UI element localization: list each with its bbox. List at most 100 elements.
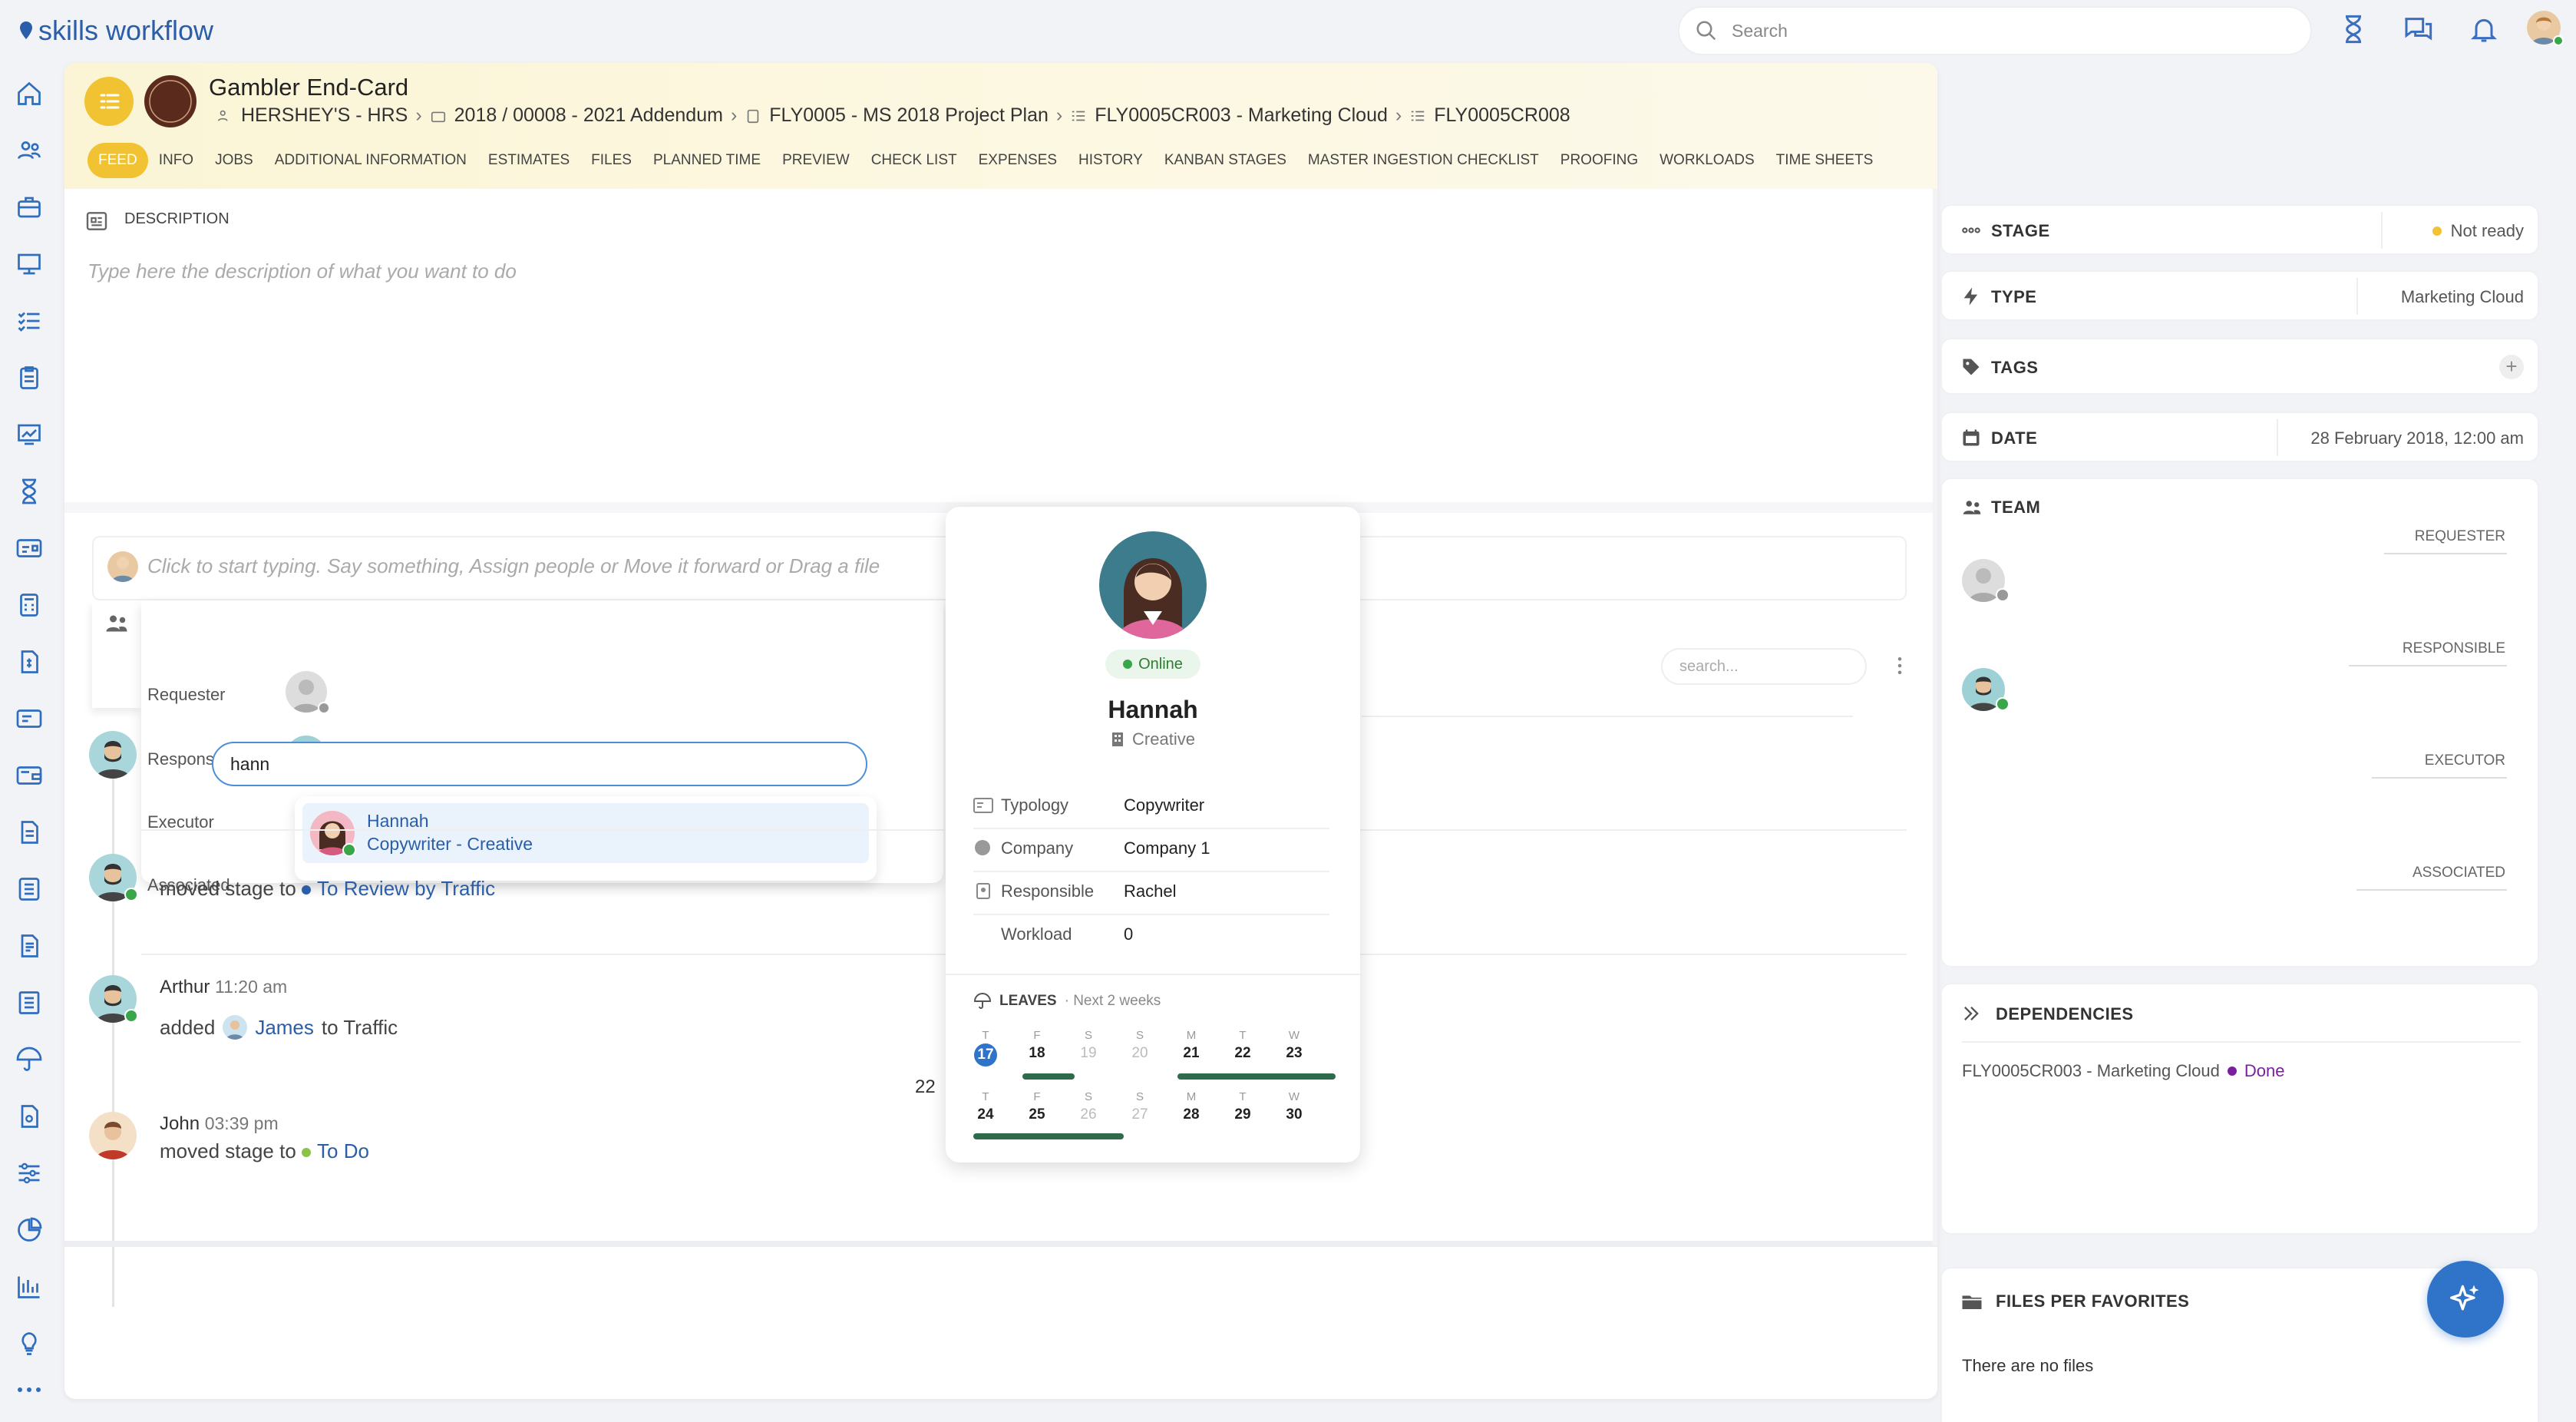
dependency-item[interactable]: FLY0005CR003 - Marketing Cloud Done: [1962, 1061, 2284, 1081]
tab-feed[interactable]: FEED: [88, 143, 148, 178]
feed-entry-2-name[interactable]: Arthur: [160, 977, 210, 997]
calendar-date: 18: [1029, 1045, 1045, 1061]
more-vertical-icon[interactable]: [1888, 654, 1911, 677]
tab-time-sheets[interactable]: TIME SHEETS: [1765, 143, 1884, 178]
nav-idcard-icon[interactable]: [15, 705, 43, 732]
type-value[interactable]: Marketing Cloud: [2401, 287, 2524, 307]
search-icon: [1696, 21, 1716, 41]
nav-card-icon[interactable]: [15, 534, 43, 562]
nav-wallet-icon[interactable]: [15, 762, 43, 789]
breadcrumb-project[interactable]: FLY0005 - MS 2018 Project Plan: [769, 104, 1049, 127]
tab-files[interactable]: FILES: [580, 143, 642, 178]
tasklist-icon: [1411, 111, 1425, 121]
breadcrumb-client[interactable]: HERSHEY'S - HRS: [241, 104, 408, 127]
stage-value[interactable]: Not ready: [2432, 221, 2524, 241]
nav-report-icon[interactable]: [15, 932, 43, 960]
composer-placeholder[interactable]: Click to start typing. Say something, As…: [147, 554, 880, 578]
nav-lightbulb-icon[interactable]: [15, 1330, 43, 1358]
nav-checklist-icon[interactable]: [15, 307, 43, 335]
nav-invoice-icon[interactable]: [15, 648, 43, 676]
feed-entry-3-stage-link[interactable]: To Do: [317, 1139, 369, 1162]
chat-icon[interactable]: [2403, 14, 2433, 45]
nav-people-icon[interactable]: [15, 137, 43, 164]
clipboard-icon: [748, 109, 759, 123]
nav-home-icon[interactable]: [15, 80, 43, 107]
nav-briefcase-icon[interactable]: [15, 193, 43, 221]
date-value[interactable]: 28 February 2018, 12:00 am: [2310, 428, 2524, 448]
tab-kanban-stages[interactable]: KANBAN STAGES: [1154, 143, 1297, 178]
nav-umbrella-icon[interactable]: [15, 1046, 43, 1073]
bell-icon[interactable]: [2469, 14, 2499, 45]
calendar-weekday: F: [1033, 1090, 1041, 1103]
task-menu-button[interactable]: [84, 77, 134, 126]
nav-pie-icon[interactable]: [15, 1216, 43, 1244]
stage-icon: [1960, 220, 1982, 241]
people-icon[interactable]: [103, 610, 130, 637]
leave-bar: [973, 1133, 1124, 1139]
app-logo[interactable]: skills workflow: [18, 14, 213, 48]
tab-history[interactable]: HISTORY: [1068, 143, 1154, 178]
nav-chart-icon[interactable]: [15, 421, 43, 448]
calendar-day: F 18: [1022, 1029, 1052, 1062]
feed-entry-3-name[interactable]: John: [160, 1113, 200, 1134]
tab-expenses[interactable]: EXPENSES: [968, 143, 1068, 178]
content-scrollbar[interactable]: [1933, 189, 1937, 1245]
nav-sliders-icon[interactable]: [15, 1159, 43, 1187]
calendar-day: S 20: [1125, 1029, 1155, 1062]
tab-check-list[interactable]: CHECK LIST: [860, 143, 968, 178]
nav-calculator-icon[interactable]: [15, 591, 43, 619]
description-icon: [84, 209, 109, 233]
description-editor[interactable]: Type here the description of what you wa…: [88, 260, 517, 283]
tab-planned-time[interactable]: PLANNED TIME: [642, 143, 771, 178]
calendar-weekday: F: [1033, 1029, 1041, 1042]
breadcrumb-deliverable[interactable]: FLY0005CR003 - Marketing Cloud: [1095, 104, 1388, 127]
nav-board-icon[interactable]: [15, 250, 43, 278]
calendar-date: 21: [1183, 1045, 1200, 1061]
feed-entry-1-stage-link[interactable]: To Review by Traffic: [317, 877, 495, 900]
nav-hourglass-icon[interactable]: [15, 478, 43, 505]
nav-ledger-icon[interactable]: [15, 989, 43, 1017]
nav-document-icon[interactable]: [15, 818, 43, 846]
add-tag-button[interactable]: +: [2499, 355, 2524, 379]
feed-separator: [1362, 716, 1853, 717]
suggestion-name: Hannah: [367, 811, 429, 831]
dependency-name: FLY0005CR003 - Marketing Cloud: [1962, 1061, 2220, 1080]
breadcrumb-task[interactable]: FLY0005CR008: [1434, 104, 1570, 127]
hourglass-icon[interactable]: [2338, 14, 2369, 45]
ai-assistant-button[interactable]: [2427, 1261, 2504, 1338]
stage-row[interactable]: STAGE Not ready: [1940, 204, 2539, 255]
tab-estimates[interactable]: ESTIMATES: [477, 143, 580, 178]
feed-search-input[interactable]: search...: [1661, 648, 1867, 685]
feed-entry-2-header: Arthur 11:20 am: [160, 977, 287, 998]
nav-list-icon[interactable]: [15, 875, 43, 903]
date-label: DATE: [1991, 428, 2038, 448]
tab-additional-information[interactable]: ADDITIONAL INFORMATION: [264, 143, 477, 178]
nav-clipboard-icon[interactable]: [15, 364, 43, 392]
breadcrumb-job[interactable]: 2018 / 00008 - 2021 Addendum: [454, 104, 723, 127]
team-associated-label: ASSOCIATED: [2412, 865, 2505, 881]
global-search[interactable]: Search: [1678, 6, 2312, 55]
tab-master-ingestion-checklist[interactable]: MASTER INGESTION CHECKLIST: [1297, 143, 1550, 178]
feed-entry-2-person-link[interactable]: James: [255, 1016, 314, 1040]
department-text: Creative: [1132, 729, 1195, 749]
tasklist-icon: [1072, 111, 1085, 121]
tab-preview[interactable]: PREVIEW: [771, 143, 860, 178]
nav-file-icon[interactable]: [15, 1103, 43, 1130]
nav-bars-icon[interactable]: [15, 1273, 43, 1301]
type-row[interactable]: TYPE Marketing Cloud: [1940, 270, 2539, 321]
suggestion-item-hannah[interactable]: Hannah Copywriter - Creative: [302, 803, 869, 863]
briefcase-icon: [431, 111, 445, 122]
team-responsible-label: RESPONSIBLE: [2402, 640, 2505, 656]
online-dot: [1123, 660, 1133, 669]
tab-proofing[interactable]: PROOFING: [1550, 143, 1649, 178]
nav-more-icon[interactable]: [15, 1382, 43, 1397]
responsible-status: [1996, 697, 2010, 711]
requester-label: Requester: [147, 685, 226, 704]
executor-input[interactable]: [212, 742, 867, 786]
date-row[interactable]: DATE 28 February 2018, 12:00 am: [1940, 412, 2539, 462]
tab-workloads[interactable]: WORKLOADS: [1649, 143, 1765, 178]
tab-info[interactable]: INFO: [148, 143, 204, 178]
calendar-weekday: S: [1135, 1090, 1144, 1103]
tab-jobs[interactable]: JOBS: [204, 143, 264, 178]
profile-department: Creative: [946, 729, 1360, 749]
